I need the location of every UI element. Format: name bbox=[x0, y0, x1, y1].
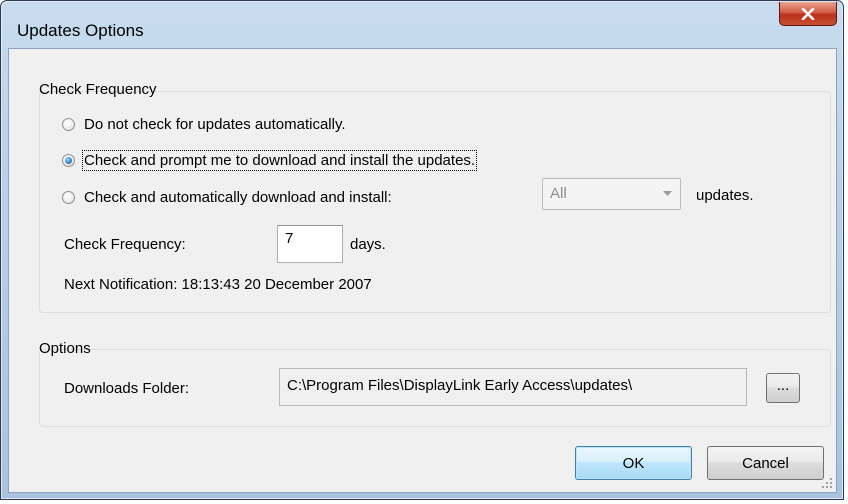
radio-auto-install-label: Check and automatically download and ins… bbox=[84, 188, 392, 206]
radio-button-checked-icon[interactable] bbox=[62, 153, 75, 167]
radio-button-icon[interactable] bbox=[62, 117, 75, 131]
frequency-days-input[interactable]: 7 bbox=[277, 225, 343, 263]
update-type-dropdown[interactable]: All bbox=[542, 178, 681, 210]
ok-button[interactable]: OK bbox=[575, 446, 692, 480]
radio-button-icon[interactable] bbox=[62, 190, 75, 204]
frequency-unit-label: days. bbox=[350, 236, 386, 253]
downloads-folder-path[interactable]: C:\Program Files\DisplayLink Early Acces… bbox=[279, 368, 747, 406]
radio-auto-install[interactable]: Check and automatically download and ins… bbox=[62, 186, 392, 208]
chevron-down-icon bbox=[663, 191, 672, 196]
cancel-button[interactable]: Cancel bbox=[707, 446, 824, 480]
check-frequency-label: Check Frequency: bbox=[64, 236, 186, 253]
update-type-value: All bbox=[550, 185, 567, 202]
updates-suffix-label: updates. bbox=[696, 187, 754, 204]
close-icon bbox=[801, 7, 815, 20]
close-button[interactable] bbox=[779, 2, 837, 26]
browse-folder-button[interactable]: ... bbox=[766, 373, 800, 403]
dialog-client-area: Check Frequency Do not check for updates… bbox=[8, 48, 837, 493]
title-bar[interactable]: Updates Options bbox=[1, 1, 843, 47]
next-notification-text: Next Notification: 18:13:43 20 December … bbox=[64, 276, 372, 293]
resize-grip-icon[interactable] bbox=[821, 477, 833, 489]
updates-options-window: Updates Options Check Frequency Do not c… bbox=[0, 0, 844, 500]
downloads-folder-label: Downloads Folder: bbox=[64, 380, 190, 397]
window-title: Updates Options bbox=[17, 21, 144, 40]
radio-check-and-prompt[interactable]: Check and prompt me to download and inst… bbox=[62, 149, 478, 171]
check-frequency-group-title: Check Frequency bbox=[39, 81, 157, 98]
radio-do-not-check[interactable]: Do not check for updates automatically. bbox=[62, 113, 346, 135]
radio-do-not-check-label: Do not check for updates automatically. bbox=[84, 115, 346, 133]
radio-check-and-prompt-label: Check and prompt me to download and inst… bbox=[81, 149, 478, 171]
options-group-title: Options bbox=[39, 340, 91, 357]
